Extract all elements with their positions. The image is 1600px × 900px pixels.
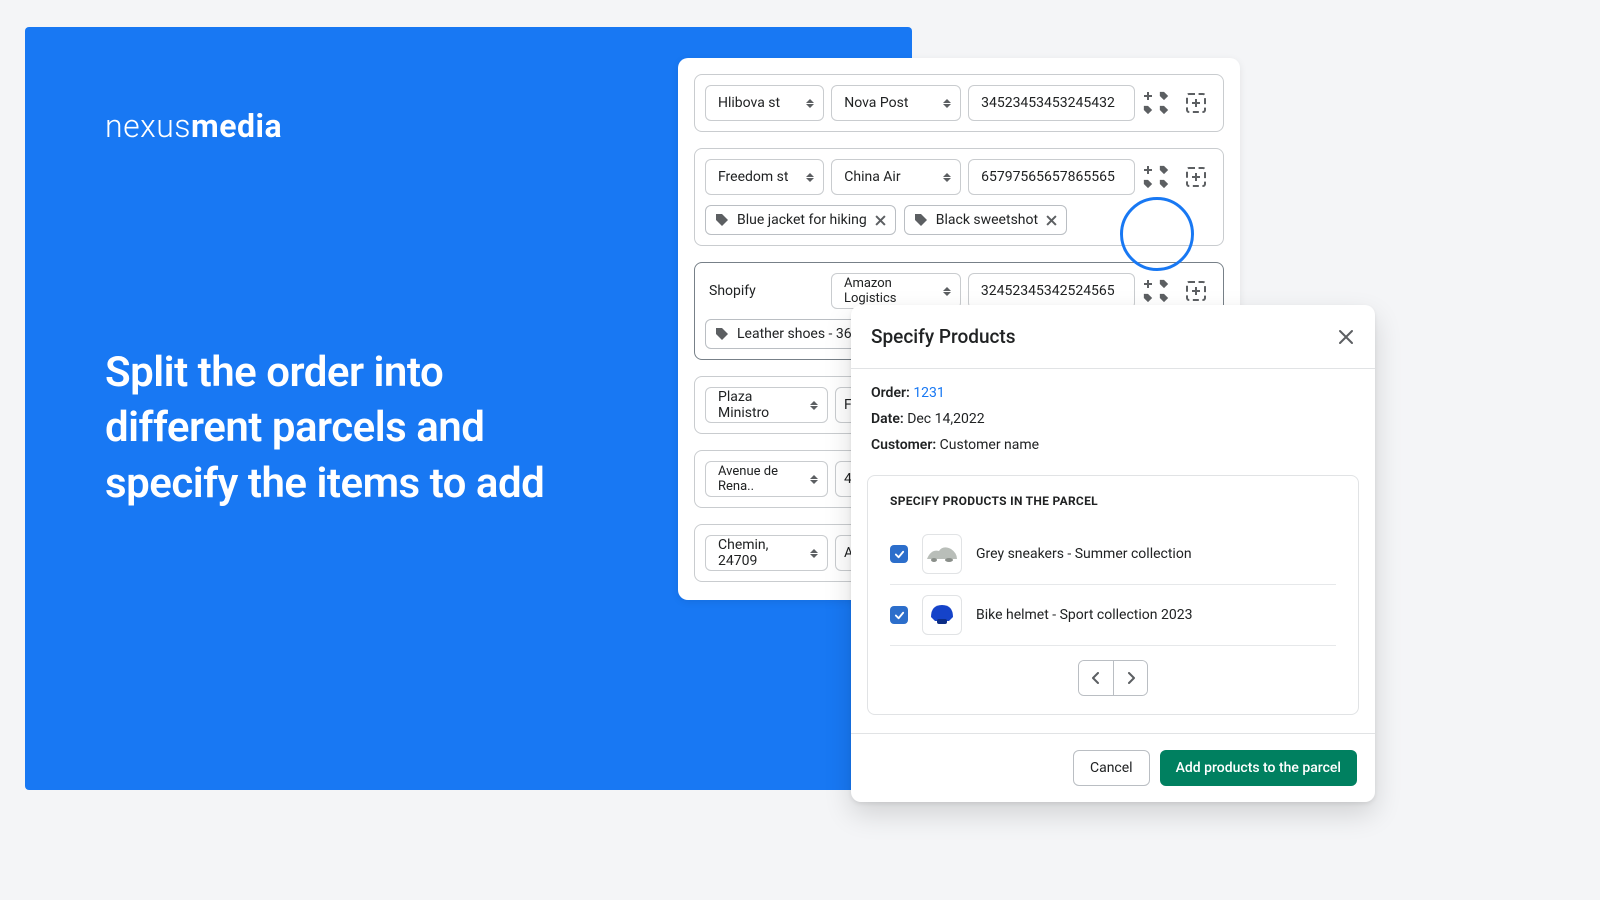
address-select[interactable]: Freedom st — [705, 159, 824, 195]
add-parcel-icon[interactable] — [1178, 159, 1213, 195]
pager-prev-button[interactable] — [1079, 661, 1113, 695]
product-name: Bike helmet - Sport collection 2023 — [976, 607, 1192, 623]
caret-sort-icon — [935, 99, 951, 108]
parcel-row: Hlibova st Nova Post 34523453453245432 — [694, 74, 1224, 132]
tag-icon — [914, 213, 928, 227]
caret-sort-icon — [802, 401, 818, 410]
pager — [890, 660, 1336, 696]
add-parcel-icon[interactable] — [1178, 85, 1213, 121]
promo-headline: Split the order into different parcels a… — [105, 345, 605, 511]
address-select[interactable]: Chemin, 24709 — [705, 535, 828, 571]
product-checkbox[interactable] — [890, 545, 908, 563]
product-thumb — [922, 595, 962, 635]
items-cluster-icon[interactable] — [1142, 165, 1171, 190]
tag-icon — [715, 327, 729, 341]
carrier-select[interactable]: Amazon Logistics — [831, 273, 961, 309]
address-select[interactable]: Plaza Ministro — [705, 387, 828, 423]
address-label: Shopify — [705, 273, 824, 309]
caret-sort-icon — [802, 549, 818, 558]
product-name: Grey sneakers - Summer collection — [976, 546, 1192, 562]
order-link[interactable]: 1231 — [913, 385, 944, 401]
add-parcel-icon[interactable] — [1178, 273, 1213, 309]
remove-chip-icon[interactable] — [1046, 215, 1057, 226]
pager-next-button[interactable] — [1113, 661, 1147, 695]
brand-light: nexus — [105, 107, 191, 145]
product-row: Grey sneakers - Summer collection — [890, 524, 1336, 585]
section-title: SPECIFY PRODUCTS IN THE PARCEL — [890, 494, 1336, 508]
products-section: SPECIFY PRODUCTS IN THE PARCEL Grey snea… — [867, 475, 1359, 715]
cancel-button[interactable]: Cancel — [1073, 750, 1150, 786]
caret-sort-icon — [802, 475, 818, 484]
tracking-input[interactable]: 65797565657865565 — [968, 159, 1135, 195]
modal-title: Specify Products — [871, 325, 1016, 348]
remove-chip-icon[interactable] — [875, 215, 886, 226]
item-chip: Black sweetshot — [904, 205, 1067, 235]
tracking-input[interactable]: 34523453453245432 — [968, 85, 1135, 121]
product-row: Bike helmet - Sport collection 2023 — [890, 585, 1336, 646]
items-cluster-icon[interactable] — [1142, 279, 1171, 304]
add-products-button[interactable]: Add products to the parcel — [1160, 750, 1357, 786]
parcel-row: Freedom st China Air 65797565657865565 B — [694, 148, 1224, 246]
items-cluster-icon[interactable] — [1142, 91, 1171, 116]
specify-products-modal: Specify Products Order: 1231 Date: Dec 1… — [851, 305, 1375, 802]
tag-icon — [715, 213, 729, 227]
product-checkbox[interactable] — [890, 606, 908, 624]
address-select[interactable]: Avenue de Rena.. — [705, 461, 828, 497]
carrier-select[interactable]: Nova Post — [831, 85, 961, 121]
brand-bold: media — [191, 107, 282, 145]
item-chip: Blue jacket for hiking — [705, 205, 896, 235]
product-thumb — [922, 534, 962, 574]
address-select[interactable]: Hlibova st — [705, 85, 824, 121]
caret-sort-icon — [935, 287, 951, 296]
close-icon[interactable] — [1337, 328, 1355, 346]
tracking-input[interactable]: 32452345342524565 — [968, 273, 1136, 309]
caret-sort-icon — [935, 173, 951, 182]
caret-sort-icon — [798, 99, 814, 108]
order-meta: Order: 1231 Date: Dec 14,2022 Customer: … — [851, 369, 1375, 469]
carrier-select[interactable]: China Air — [831, 159, 961, 195]
caret-sort-icon — [798, 173, 814, 182]
